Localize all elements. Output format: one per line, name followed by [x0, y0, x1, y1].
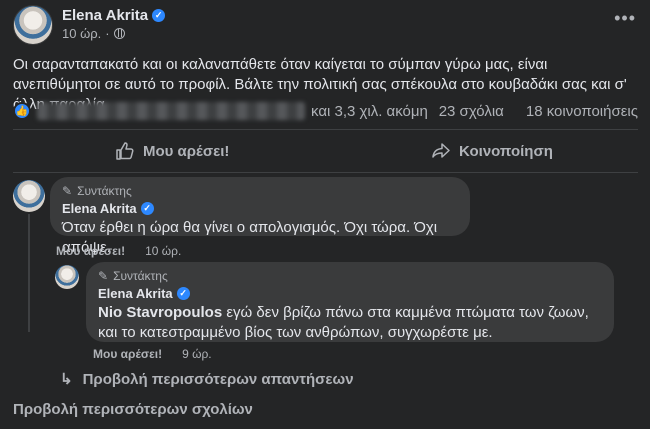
comment-bubble: ✎ Συντάκτης Elena Akrita ✓ Όταν έρθει η …: [50, 177, 470, 256]
commenter-name[interactable]: Elena Akrita: [62, 201, 137, 216]
thread-line: [28, 324, 30, 332]
pencil-icon: ✎: [62, 184, 73, 198]
thread-line: [28, 214, 30, 324]
reply-bubble: ✎ Συντάκτης Elena Akrita ✓ Nio Stavropou…: [86, 262, 614, 342]
like-button[interactable]: Μου αρέσει!: [115, 138, 229, 164]
like-reaction-icon[interactable]: 👍: [13, 102, 31, 120]
more-replies-label: Προβολή περισσότερων απαντήσεων: [82, 370, 354, 388]
pencil-icon: ✎: [98, 269, 109, 283]
comments-count[interactable]: 23 σχόλια: [439, 103, 504, 120]
verified-badge-icon: ✓: [140, 202, 154, 215]
commenter[interactable]: Elena Akrita ✓: [98, 286, 602, 301]
thumbs-up-icon: [116, 142, 134, 160]
author-role: ✎ Συντάκτης: [98, 269, 602, 283]
post-author-name[interactable]: Elena Akrita: [62, 7, 148, 24]
reply-arrow-icon: ↳: [60, 371, 73, 388]
more-replies-link[interactable]: ↳ Προβολή περισσότερων απαντήσεων: [60, 370, 354, 389]
author-role: ✎ Συντάκτης: [62, 184, 458, 198]
reply-time[interactable]: 9 ώρ.: [182, 347, 212, 361]
commenter-avatar[interactable]: [13, 180, 45, 212]
reactions-others[interactable]: και 3,3 χιλ. ακόμη: [311, 103, 428, 120]
commenter[interactable]: Elena Akrita ✓: [62, 201, 458, 216]
comment-like-button[interactable]: Μου αρέσει!: [56, 244, 125, 258]
commenter-name[interactable]: Elena Akrita: [98, 286, 173, 301]
mention-link[interactable]: Nio Stavropoulos: [98, 304, 222, 321]
share-button[interactable]: Κοινοποίηση: [431, 138, 553, 164]
globe-icon: [113, 28, 125, 39]
divider: [13, 172, 638, 173]
verified-badge-icon: ✓: [152, 9, 166, 22]
reply-text: Nio Stavropoulos εγώ δεν βρίζω πάνω στα …: [98, 303, 602, 343]
verified-badge-icon: ✓: [176, 287, 190, 300]
blurred-names: [37, 102, 305, 120]
post-author[interactable]: Elena Akrita ✓: [62, 7, 166, 24]
more-options-icon[interactable]: •••: [614, 8, 636, 29]
divider: [13, 129, 638, 130]
reply-actions: Μου αρέσει! 9 ώρ.: [93, 347, 212, 361]
share-arrow-icon: [432, 143, 450, 158]
comment-time[interactable]: 10 ώρ.: [145, 244, 181, 258]
shares-count[interactable]: 18 κοινοποιήσεις: [526, 103, 638, 120]
like-button-label: Μου αρέσει!: [143, 142, 230, 160]
reply-like-button[interactable]: Μου αρέσει!: [93, 347, 162, 361]
reply-avatar[interactable]: [55, 265, 79, 289]
reactions-row: 👍 και 3,3 χιλ. ακόμη 23 σχόλια 18 κοινοπ…: [13, 100, 638, 122]
author-avatar[interactable]: [13, 5, 53, 45]
more-comments-link[interactable]: Προβολή περισσότερων σχολίων: [13, 401, 253, 418]
share-button-label: Κοινοποίηση: [459, 142, 553, 160]
comment-actions: Μου αρέσει! 10 ώρ.: [56, 244, 181, 258]
role-label: Συντάκτης: [113, 269, 168, 283]
role-label: Συντάκτης: [77, 184, 132, 198]
post-meta: 10 ώρ. ·: [62, 26, 125, 41]
post-time[interactable]: 10 ώρ.: [62, 26, 101, 41]
